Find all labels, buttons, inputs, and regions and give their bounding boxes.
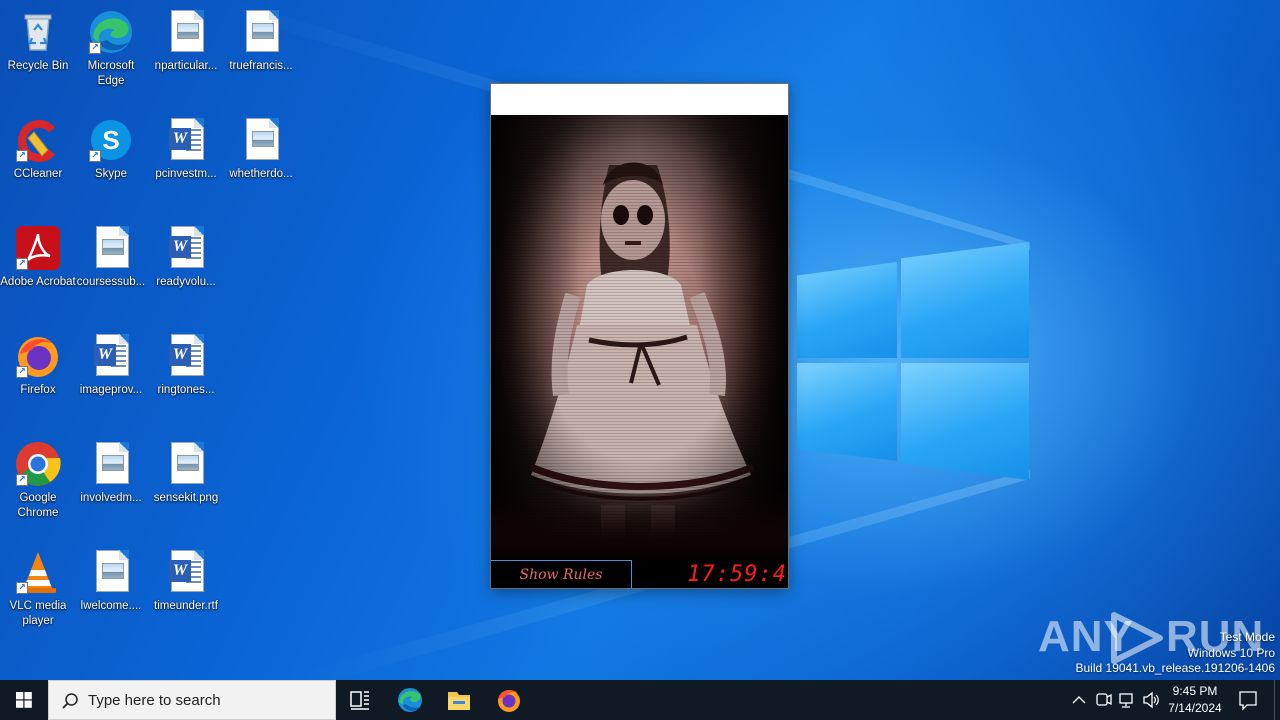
desktop-icon-ccleaner[interactable]: ↗ CCleaner <box>0 116 76 182</box>
taskbar-file-explorer-button[interactable] <box>435 680 483 720</box>
image-file-icon <box>87 440 135 488</box>
desktop-icon-adobe-acrobat[interactable]: ↗ Adobe Acrobat <box>0 224 76 290</box>
svg-text:S: S <box>102 125 119 155</box>
image-file-icon <box>162 440 210 488</box>
word-doc-icon: W <box>162 116 210 164</box>
desktop-icon-whetherdo[interactable]: whetherdo... <box>223 116 299 182</box>
build-info: Test Mode Windows 10 Pro Build 19041.vb_… <box>1076 630 1276 677</box>
desktop-icon-label: nparticular... <box>154 60 218 72</box>
task-view-button[interactable] <box>336 680 384 720</box>
desktop-icon-nparticular[interactable]: nparticular... <box>148 8 224 74</box>
clock-time: 9:45 PM <box>1172 684 1218 698</box>
desktop-icon-google-chrome[interactable]: ↗ Google Chrome <box>0 440 76 521</box>
desktop-icon-label: Firefox <box>20 384 56 396</box>
countdown-timer: 17:59:4 <box>687 562 787 587</box>
recycle-bin-icon <box>14 8 62 56</box>
desktop-icon-truefrancis[interactable]: truefrancis... <box>223 8 299 74</box>
word-doc-icon: W <box>162 332 210 380</box>
desktop-icon-label: lwelcome.... <box>80 600 142 612</box>
taskbar-edge-button[interactable] <box>386 680 434 720</box>
desktop-icon-skype[interactable]: S ↗ Skype <box>73 116 149 182</box>
windows-logo-wallpaper <box>795 242 1029 480</box>
word-doc-icon: W <box>87 332 135 380</box>
desktop-icon-microsoft-edge[interactable]: ↗ Microsoft Edge <box>73 8 149 89</box>
desktop: Recycle Bin ↗ CCleaner ↗ Adobe Acrobat ↗… <box>0 0 1280 680</box>
taskbar-firefox-button[interactable] <box>484 680 532 720</box>
desktop-icon-pcinvestm[interactable]: W pcinvestm... <box>148 116 224 182</box>
clock-date: 7/14/2024 <box>1168 701 1222 715</box>
image-file-icon <box>87 224 135 272</box>
firefox-icon: ↗ <box>14 332 62 380</box>
app-footer: Show Rules 17:59:4 <box>491 560 788 588</box>
desktop-icon-label: ringtones... <box>157 384 215 396</box>
desktop-icon-label: CCleaner <box>13 168 63 180</box>
search-placeholder: Type here to search <box>88 692 221 709</box>
desktop-icon-label: Google Chrome <box>17 492 59 519</box>
desktop-icon-imageprov[interactable]: W imageprov... <box>73 332 149 398</box>
desktop-icon-vlc[interactable]: ↗ VLC media player <box>0 548 76 629</box>
build-number-label: Build 19041.vb_release.191206-1406 <box>1075 661 1276 675</box>
file-explorer-icon <box>448 692 470 710</box>
vlc-icon: ↗ <box>14 548 62 596</box>
network-icon[interactable] <box>1116 680 1138 720</box>
image-file-icon <box>237 116 285 164</box>
volume-icon[interactable] <box>1140 680 1162 720</box>
windows-start-icon <box>16 692 32 708</box>
desktop-icon-recycle-bin[interactable]: Recycle Bin <box>0 8 76 74</box>
desktop-icon-label: Skype <box>95 168 127 180</box>
desktop-icon-label: timeunder.rtf <box>154 600 218 612</box>
firefox-icon <box>498 690 520 712</box>
task-view-icon <box>350 691 369 710</box>
meet-now-icon[interactable] <box>1092 680 1114 720</box>
desktop-icon-label: truefrancis... <box>229 60 293 72</box>
desktop-icon-readyvolu[interactable]: W readyvolu... <box>148 224 224 290</box>
edge-icon <box>398 688 422 712</box>
desktop-icon-label: Microsoft Edge <box>87 60 135 87</box>
app-titlebar[interactable] <box>491 84 788 115</box>
desktop-icon-label: imageprov... <box>79 384 143 396</box>
start-button[interactable] <box>0 680 48 720</box>
acrobat-icon: ↗ <box>14 224 62 272</box>
image-file-icon <box>162 8 210 56</box>
desktop-icon-label: whetherdo... <box>229 168 293 180</box>
desktop-icon-label: readyvolu... <box>156 276 216 288</box>
ccleaner-icon: ↗ <box>14 116 62 164</box>
image-file-icon <box>87 548 135 596</box>
show-desktop-button[interactable] <box>1274 680 1280 720</box>
word-doc-icon: W <box>162 224 210 272</box>
desktop-icon-label: sensekit.png <box>153 492 219 504</box>
desktop-icon-coursessub[interactable]: coursessub... <box>73 224 149 290</box>
desktop-icon-label: VLC media player <box>9 600 67 627</box>
desktop-icon-involvedm[interactable]: involvedm... <box>73 440 149 506</box>
desktop-icon-sensekit[interactable]: sensekit.png <box>148 440 224 506</box>
show-hidden-icons-chevron-icon[interactable] <box>1068 680 1090 720</box>
desktop-icon-lwelcome[interactable]: lwelcome.... <box>73 548 149 614</box>
image-file-icon <box>237 8 285 56</box>
desktop-icon-firefox[interactable]: ↗ Firefox <box>0 332 76 398</box>
desktop-icon-label: coursessub... <box>76 276 146 288</box>
desktop-icon-label: Adobe Acrobat <box>0 276 76 288</box>
desktop-icon-ringtones[interactable]: W ringtones... <box>148 332 224 398</box>
taskbar-clock[interactable]: 9:45 PM 7/14/2024 <box>1160 683 1230 717</box>
taskbar-search-box[interactable]: Type here to search <box>48 680 336 720</box>
desktop-icon-label: pcinvestm... <box>155 168 217 180</box>
show-rules-button[interactable]: Show Rules <box>491 560 632 588</box>
os-edition-label: Windows 10 Pro <box>1187 645 1275 660</box>
search-icon <box>62 693 78 709</box>
test-mode-label: Test Mode <box>1219 630 1275 644</box>
desktop-icon-timeunder[interactable]: W timeunder.rtf <box>148 548 224 614</box>
skype-icon: S ↗ <box>87 116 135 164</box>
desktop-icon-label: involvedm... <box>80 492 142 504</box>
word-doc-icon: W <box>162 548 210 596</box>
taskbar: Type here to search 9:45 PM 7/14/2024 <box>0 680 1280 720</box>
notification-center-icon[interactable] <box>1236 680 1260 720</box>
edge-icon: ↗ <box>87 8 135 56</box>
chrome-icon: ↗ <box>14 440 62 488</box>
app-window[interactable]: Show Rules 17:59:4 <box>490 83 789 589</box>
doll-image <box>491 115 788 560</box>
desktop-icon-label: Recycle Bin <box>7 60 69 72</box>
